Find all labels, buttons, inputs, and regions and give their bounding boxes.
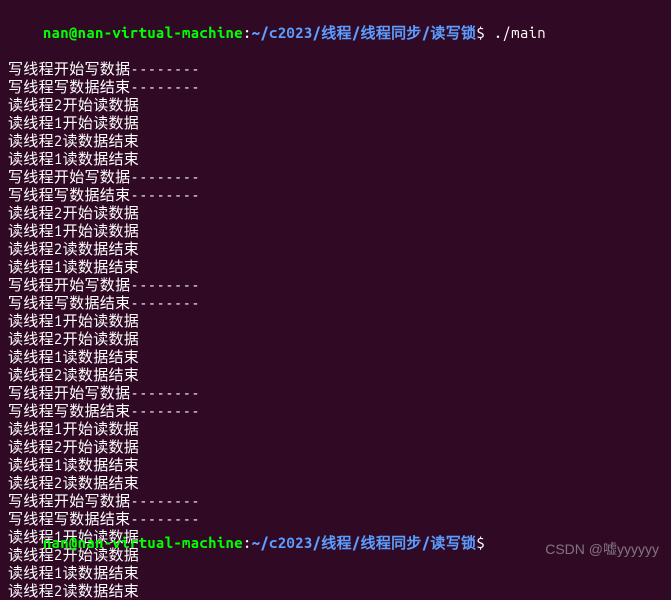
terminal-line: 写线程写数据结束-------- (8, 402, 663, 420)
terminal-line: 读线程1读数据结束 (8, 348, 663, 366)
terminal-line: 读线程2开始读数据 (8, 204, 663, 222)
prompt-path: ~/c2023/线程/线程同步/读写锁 (252, 24, 477, 41)
prompt-user-bottom: nan@nan-virtual-machine (43, 534, 243, 551)
terminal-output[interactable]: nan@nan-virtual-machine:~/c2023/线程/线程同步/… (8, 6, 663, 600)
terminal-line: 读线程1读数据结束 (8, 150, 663, 168)
terminal-line: 写线程开始写数据-------- (8, 492, 663, 510)
terminal-line: 读线程2读数据结束 (8, 240, 663, 258)
terminal-line: 写线程开始写数据-------- (8, 276, 663, 294)
prompt-sep: : (243, 24, 252, 41)
terminal-line: 写线程开始写数据-------- (8, 168, 663, 186)
terminal-line: 读线程1开始读数据 (8, 420, 663, 438)
terminal-line: 写线程写数据结束-------- (8, 294, 663, 312)
terminal-line: 读线程1开始读数据 (8, 312, 663, 330)
terminal-line: 读线程1开始读数据 (8, 114, 663, 132)
terminal-line: 读线程2读数据结束 (8, 132, 663, 150)
prompt-symbol-bottom: $ (476, 534, 485, 551)
prompt-user: nan@nan-virtual-machine (43, 24, 243, 41)
terminal-line: 读线程1读数据结束 (8, 456, 663, 474)
prompt-symbol: $ (476, 24, 485, 41)
terminal-line: 读线程2开始读数据 (8, 330, 663, 348)
terminal-line: 写线程开始写数据-------- (8, 60, 663, 78)
prompt-path-bottom: ~/c2023/线程/线程同步/读写锁 (252, 534, 477, 551)
terminal-line: 写线程写数据结束-------- (8, 186, 663, 204)
terminal-line: 读线程2开始读数据 (8, 96, 663, 114)
terminal-line: 读线程1读数据结束 (8, 258, 663, 276)
watermark: CSDN @嘘yyyyyy (545, 541, 659, 558)
prompt-line: nan@nan-virtual-machine:~/c2023/线程/线程同步/… (8, 6, 663, 60)
terminal-line: 读线程2读数据结束 (8, 582, 663, 600)
terminal-line: 写线程开始写数据-------- (8, 384, 663, 402)
terminal-line: 读线程2读数据结束 (8, 366, 663, 384)
prompt-sep-bottom: : (243, 534, 252, 551)
terminal-line: 读线程1开始读数据 (8, 222, 663, 240)
prompt-command: ./main (485, 24, 546, 41)
prompt-line-bottom: nan@nan-virtual-machine:~/c2023/线程/线程同步/… (8, 516, 485, 570)
terminal-line: 读线程2开始读数据 (8, 438, 663, 456)
terminal-line: 写线程写数据结束-------- (8, 78, 663, 96)
terminal-line: 读线程2读数据结束 (8, 474, 663, 492)
